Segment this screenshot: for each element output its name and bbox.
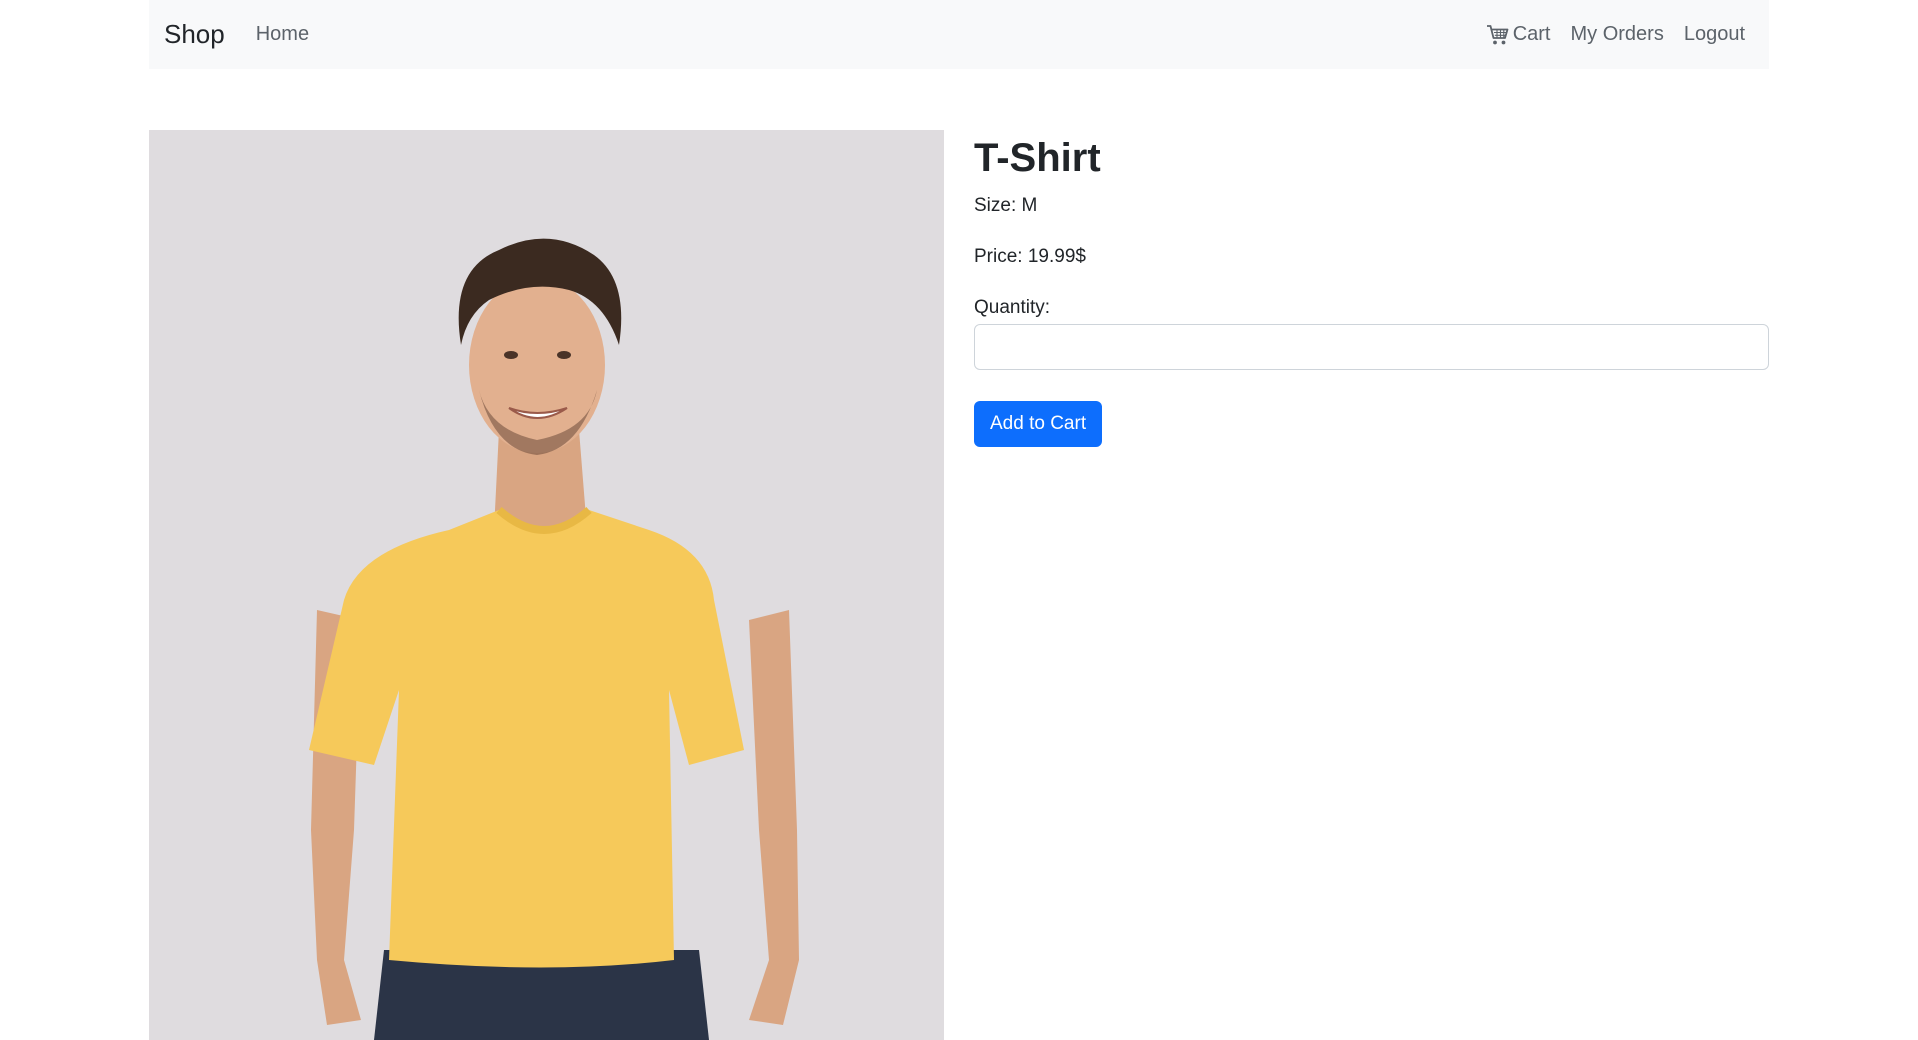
quantity-label: Quantity: [974, 297, 1051, 318]
add-to-cart-button[interactable]: Add to Cart [974, 401, 1103, 447]
product-size: Size: M [974, 195, 1038, 216]
cart-icon [1486, 24, 1509, 44]
quantity-input[interactable] [974, 324, 1769, 370]
product-photo [149, 130, 944, 1040]
product-title: T-Shirt [974, 136, 1101, 180]
nav-cart-link[interactable]: Cart [1486, 23, 1551, 46]
product-price: Price: 19.99$ [974, 246, 1086, 267]
navbar: Shop Home Cart My Orders Logout [149, 0, 1769, 69]
product-details: T-Shirt Size: M Price: 19.99$ Quantity: … [974, 130, 1769, 1040]
nav-cart-label: Cart [1512, 23, 1551, 45]
product-section: T-Shirt Size: M Price: 19.99$ Quantity: … [149, 130, 1769, 1040]
nav-my-orders-link[interactable]: My Orders [1570, 23, 1663, 46]
product-image [149, 130, 944, 1040]
brand-link[interactable]: Shop [164, 19, 225, 50]
nav-home-link[interactable]: Home [256, 23, 309, 46]
nav-logout-link[interactable]: Logout [1684, 23, 1745, 46]
nav-right-group: Cart My Orders Logout [1486, 23, 1745, 46]
